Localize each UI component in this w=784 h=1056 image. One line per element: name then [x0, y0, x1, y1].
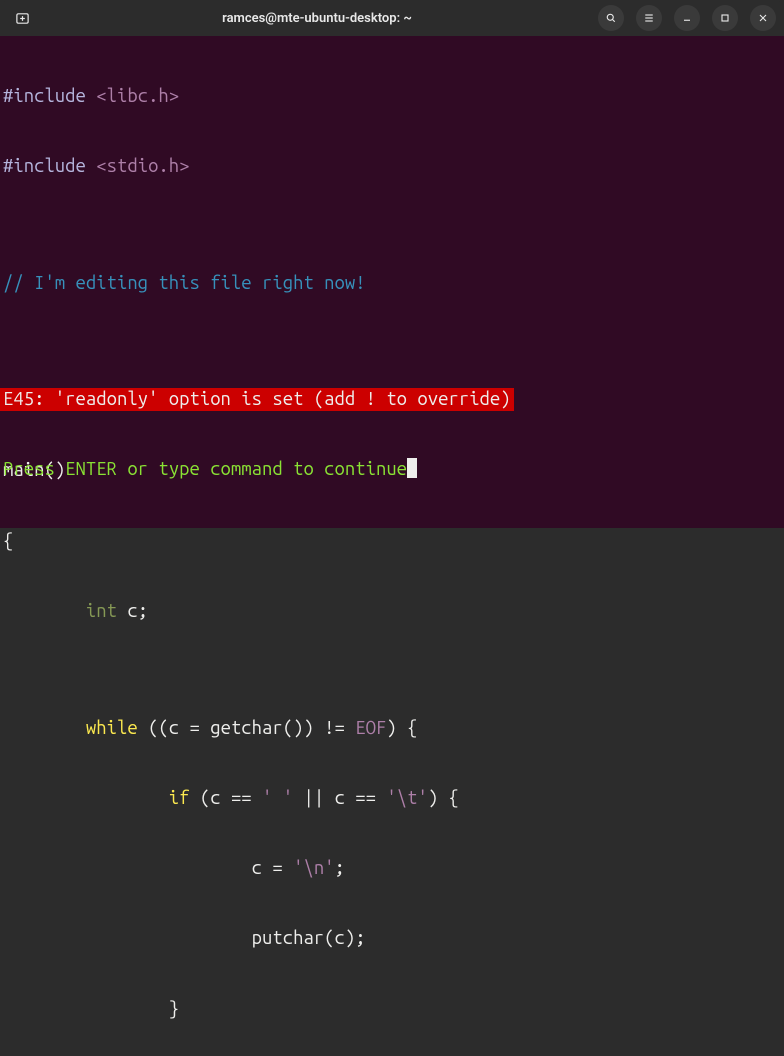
minimize-button[interactable] [674, 5, 700, 31]
include-path: <stdio.h> [96, 156, 189, 176]
code-line: putchar(c); [3, 927, 781, 950]
type: int [86, 601, 117, 621]
search-button[interactable] [598, 5, 624, 31]
constant: EOF [355, 718, 386, 738]
titlebar-right [598, 5, 776, 31]
char-literal: '\n' [293, 858, 334, 878]
titlebar-left [8, 4, 36, 32]
char-literal: '\t' [386, 788, 427, 808]
close-button[interactable] [750, 5, 776, 31]
code-line: if (c == ' ' || c == '\t') { [3, 787, 781, 810]
char-literal: ' ' [262, 788, 293, 808]
maximize-icon [719, 12, 731, 24]
cursor [407, 458, 417, 478]
new-tab-button[interactable] [8, 4, 36, 32]
code-line: #include <stdio.h> [3, 155, 781, 178]
search-icon [605, 12, 617, 24]
code-line: int c; [3, 600, 781, 623]
titlebar: ramces@mte-ubuntu-desktop: ~ [0, 0, 784, 36]
close-icon [757, 12, 769, 24]
prompt-text: Press ENTER or type command to continue [3, 459, 407, 479]
code-line: } [3, 998, 781, 1021]
code-line: #include <libc.h> [3, 85, 781, 108]
keyword: if [169, 788, 190, 808]
error-message: E45: 'readonly' option is set (add ! to … [0, 388, 514, 411]
hamburger-icon [643, 12, 655, 24]
code-line: { [3, 530, 781, 553]
preproc: #include [3, 156, 86, 176]
menu-button[interactable] [636, 5, 662, 31]
terminal-viewport[interactable]: #include <libc.h> #include <stdio.h> // … [0, 36, 784, 528]
code-line: c = '\n'; [3, 857, 781, 880]
preproc: #include [3, 86, 86, 106]
comment: // I'm editing this file right now! [3, 273, 366, 293]
new-tab-icon [15, 11, 30, 26]
status-area: E45: 'readonly' option is set (add ! to … [0, 341, 784, 528]
window-title: ramces@mte-ubuntu-desktop: ~ [36, 11, 598, 26]
minimize-icon [681, 12, 693, 24]
code-line: while ((c = getchar()) != EOF) { [3, 717, 781, 740]
maximize-button[interactable] [712, 5, 738, 31]
keyword: while [86, 718, 138, 738]
code-line: // I'm editing this file right now! [3, 272, 781, 295]
include-path: <libc.h> [96, 86, 179, 106]
prompt-line: Press ENTER or type command to continue [0, 458, 784, 481]
